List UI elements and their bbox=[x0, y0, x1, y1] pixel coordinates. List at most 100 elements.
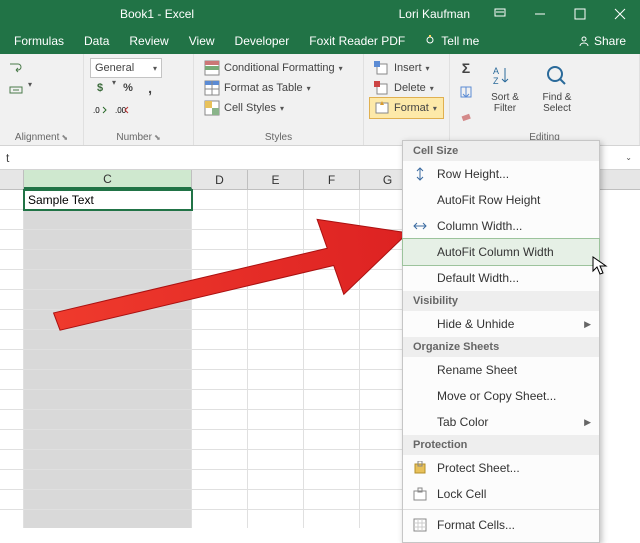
cell[interactable] bbox=[24, 490, 192, 510]
row-header[interactable] bbox=[0, 470, 24, 490]
percent-format-button[interactable]: % bbox=[118, 78, 138, 98]
row-header[interactable] bbox=[0, 290, 24, 310]
minimize-button[interactable] bbox=[520, 0, 560, 28]
decrease-decimal-button[interactable]: .00 bbox=[112, 100, 132, 120]
cell[interactable] bbox=[192, 210, 248, 230]
cell[interactable] bbox=[192, 490, 248, 510]
tab-formulas[interactable]: Formulas bbox=[4, 28, 74, 54]
cell[interactable] bbox=[24, 450, 192, 470]
cell[interactable] bbox=[248, 230, 304, 250]
cell[interactable] bbox=[24, 250, 192, 270]
row-header[interactable] bbox=[0, 410, 24, 430]
cell[interactable] bbox=[248, 270, 304, 290]
merge-center-button[interactable] bbox=[6, 80, 26, 100]
cell[interactable]: Sample Text bbox=[24, 190, 192, 210]
cell[interactable] bbox=[304, 330, 360, 350]
ribbon-options-button[interactable] bbox=[480, 0, 520, 28]
clear-button[interactable] bbox=[456, 106, 476, 126]
cell[interactable] bbox=[248, 310, 304, 330]
col-header-f[interactable]: F bbox=[304, 170, 360, 189]
cell[interactable] bbox=[304, 230, 360, 250]
cell[interactable] bbox=[304, 190, 360, 210]
maximize-button[interactable] bbox=[560, 0, 600, 28]
tab-foxit[interactable]: Foxit Reader PDF bbox=[299, 28, 415, 54]
cell[interactable] bbox=[304, 250, 360, 270]
cell[interactable] bbox=[304, 350, 360, 370]
cell[interactable] bbox=[24, 230, 192, 250]
col-header-c[interactable]: C bbox=[24, 170, 192, 189]
select-all-corner[interactable] bbox=[0, 170, 24, 189]
cell[interactable] bbox=[192, 450, 248, 470]
menu-autofit-row-height[interactable]: AutoFit Row Height bbox=[403, 187, 599, 213]
cell[interactable] bbox=[24, 390, 192, 410]
tab-developer[interactable]: Developer bbox=[225, 28, 300, 54]
cell[interactable] bbox=[304, 430, 360, 450]
row-header[interactable] bbox=[0, 310, 24, 330]
cell[interactable] bbox=[304, 390, 360, 410]
cell[interactable] bbox=[192, 310, 248, 330]
menu-tab-color[interactable]: Tab Color▶ bbox=[403, 409, 599, 435]
cell[interactable] bbox=[24, 370, 192, 390]
row-header[interactable] bbox=[0, 270, 24, 290]
cell[interactable] bbox=[248, 430, 304, 450]
row-header[interactable] bbox=[0, 490, 24, 510]
wrap-text-button[interactable] bbox=[6, 58, 26, 78]
cell[interactable] bbox=[304, 290, 360, 310]
cell[interactable] bbox=[192, 270, 248, 290]
cell[interactable] bbox=[248, 370, 304, 390]
cell[interactable] bbox=[304, 270, 360, 290]
cell[interactable] bbox=[24, 470, 192, 490]
cell[interactable] bbox=[192, 290, 248, 310]
cell[interactable] bbox=[192, 190, 248, 210]
cell[interactable] bbox=[24, 350, 192, 370]
cell[interactable] bbox=[24, 330, 192, 350]
cell[interactable] bbox=[192, 330, 248, 350]
row-header[interactable] bbox=[0, 210, 24, 230]
cell[interactable] bbox=[248, 470, 304, 490]
cell[interactable] bbox=[248, 190, 304, 210]
menu-protect-sheet[interactable]: Protect Sheet... bbox=[403, 455, 599, 481]
cell[interactable] bbox=[24, 510, 192, 528]
menu-lock-cell[interactable]: Lock Cell bbox=[403, 481, 599, 507]
autosum-button[interactable]: Σ bbox=[456, 58, 476, 78]
user-name[interactable]: Lori Kaufman bbox=[399, 7, 470, 21]
tab-view[interactable]: View bbox=[179, 28, 225, 54]
format-cells-button[interactable]: Format▾ bbox=[370, 98, 443, 118]
cell[interactable] bbox=[304, 510, 360, 528]
row-header[interactable] bbox=[0, 350, 24, 370]
cell[interactable] bbox=[304, 490, 360, 510]
cell[interactable] bbox=[24, 210, 192, 230]
cell[interactable] bbox=[24, 310, 192, 330]
tell-me[interactable]: Tell me bbox=[415, 28, 489, 54]
tab-data[interactable]: Data bbox=[74, 28, 119, 54]
cell[interactable] bbox=[24, 430, 192, 450]
delete-cells-button[interactable]: Delete▾ bbox=[370, 78, 443, 98]
menu-format-cells[interactable]: Format Cells... bbox=[403, 512, 599, 538]
cell[interactable] bbox=[192, 390, 248, 410]
cell-styles-button[interactable]: Cell Styles▾ bbox=[200, 98, 357, 118]
cell[interactable] bbox=[248, 210, 304, 230]
close-button[interactable] bbox=[600, 0, 640, 28]
cell[interactable] bbox=[24, 410, 192, 430]
cell[interactable] bbox=[192, 510, 248, 528]
cell[interactable] bbox=[24, 270, 192, 290]
menu-hide-unhide[interactable]: Hide & Unhide▶ bbox=[403, 311, 599, 337]
cell[interactable] bbox=[248, 290, 304, 310]
cell[interactable] bbox=[248, 490, 304, 510]
row-header[interactable] bbox=[0, 230, 24, 250]
sort-filter-button[interactable]: AZ Sort & Filter bbox=[482, 58, 528, 114]
menu-row-height[interactable]: Row Height... bbox=[403, 161, 599, 187]
cell[interactable] bbox=[304, 370, 360, 390]
number-format-combo[interactable]: General▾ bbox=[90, 58, 162, 78]
cell[interactable] bbox=[248, 350, 304, 370]
name-box[interactable]: t bbox=[6, 151, 38, 165]
tab-review[interactable]: Review bbox=[119, 28, 178, 54]
row-header[interactable] bbox=[0, 190, 24, 210]
row-header[interactable] bbox=[0, 510, 24, 528]
format-as-table-button[interactable]: Format as Table▾ bbox=[200, 78, 357, 98]
cell[interactable] bbox=[192, 230, 248, 250]
menu-rename-sheet[interactable]: Rename Sheet bbox=[403, 357, 599, 383]
menu-column-width[interactable]: Column Width... bbox=[403, 213, 599, 239]
insert-cells-button[interactable]: Insert▾ bbox=[370, 58, 443, 78]
row-header[interactable] bbox=[0, 390, 24, 410]
